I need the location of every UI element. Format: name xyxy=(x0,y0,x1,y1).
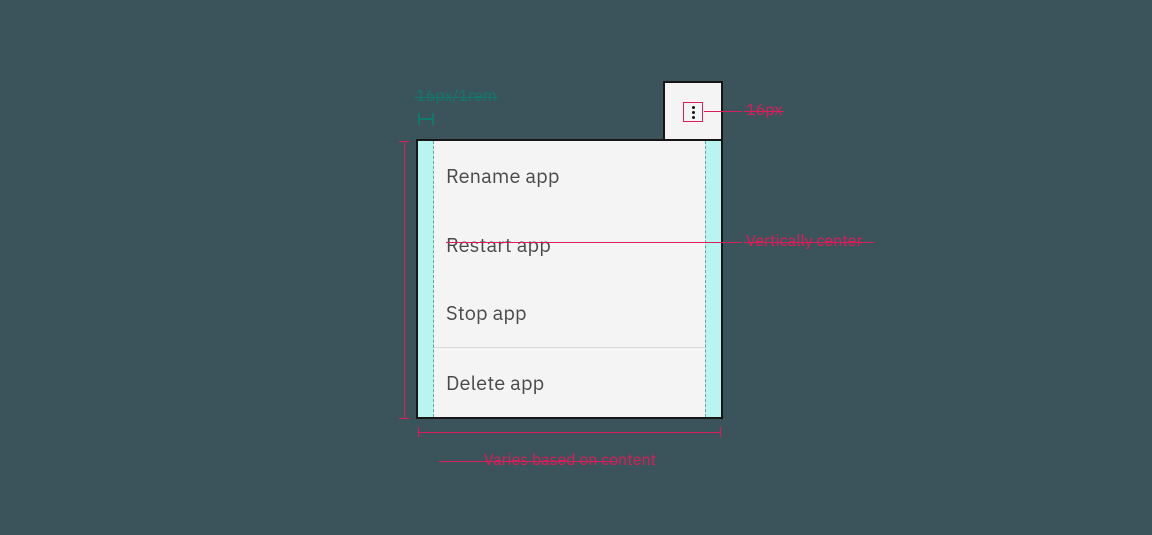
menu-item-rename[interactable]: Rename app xyxy=(434,141,705,210)
width-bracket-line xyxy=(418,432,721,433)
padding-highlight-left xyxy=(418,141,434,417)
menu-item-label: Stop app xyxy=(446,299,527,326)
bracket-cap xyxy=(399,141,409,142)
menu-item-label: Delete app xyxy=(446,369,544,396)
menu-items: Rename app Restart app Stop app Delete a… xyxy=(434,141,705,417)
height-bracket-line xyxy=(404,141,405,419)
bracket-cap xyxy=(418,427,419,437)
vertical-center-annotation-label: Vertically center xyxy=(746,231,862,251)
menu-item-label: Restart app xyxy=(446,231,551,258)
menu-item-label: Rename app xyxy=(446,162,560,189)
icon-bounding-box-annotation xyxy=(683,102,703,122)
icon-size-annotation-label: 16px xyxy=(746,100,782,120)
menu-item-stop[interactable]: Stop app xyxy=(434,279,705,348)
strike-line xyxy=(744,111,784,112)
spec-diagram: 16px/1rem 16px Rename app Restart app St… xyxy=(0,0,1152,535)
menu-item-delete[interactable]: Delete app xyxy=(434,348,705,417)
bracket-cap xyxy=(720,427,721,437)
strike-line xyxy=(744,242,874,243)
leader-line xyxy=(704,111,742,112)
bracket-cap xyxy=(399,418,409,419)
bracket-bar xyxy=(418,118,434,120)
leader-line xyxy=(446,242,742,243)
strike-line xyxy=(414,97,498,98)
width-annotation-label: Varies based on content xyxy=(440,450,700,470)
padding-annotation-label: 16px/1rem xyxy=(416,86,497,106)
menu-item-restart[interactable]: Restart app xyxy=(434,210,705,279)
overflow-menu-panel: Rename app Restart app Stop app Delete a… xyxy=(416,139,723,419)
padding-highlight-right xyxy=(705,141,721,417)
overflow-menu-vertical-icon xyxy=(692,106,695,119)
strike-line xyxy=(439,461,617,462)
